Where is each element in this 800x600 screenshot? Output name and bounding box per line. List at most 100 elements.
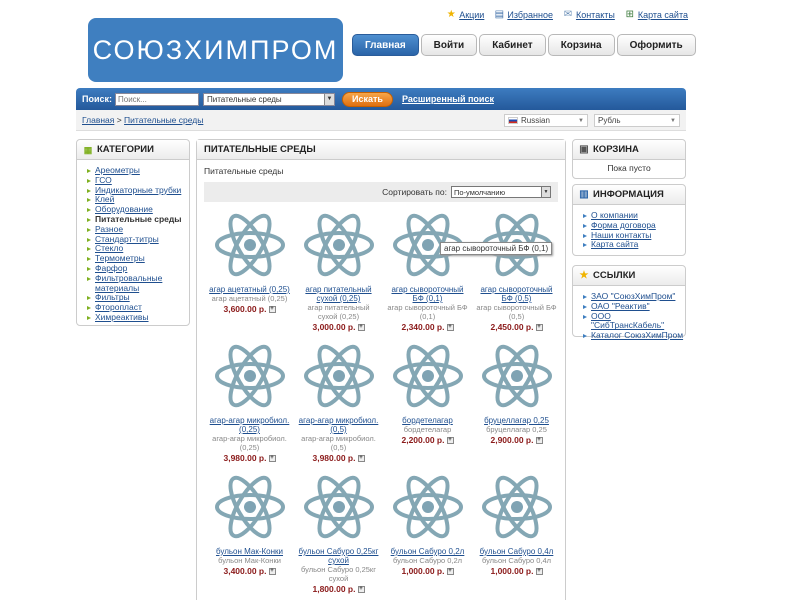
product-price: 1,800.00 р. + xyxy=(294,584,383,594)
product-name-link[interactable]: агар сывороточный БФ (0,5) xyxy=(472,285,561,303)
add-to-cart-icon[interactable]: + xyxy=(446,324,454,332)
product-name-link[interactable]: агар-агар микробиол. (0,5) xyxy=(294,416,383,434)
external-link[interactable]: ЗАО "СоюзХимПром" xyxy=(591,291,675,301)
toplink-label[interactable]: Избранное xyxy=(507,10,553,20)
category-link[interactable]: Стекло xyxy=(95,243,123,253)
product-name-link[interactable]: агар сывороточный БФ (0,1) xyxy=(383,285,472,303)
nav-account[interactable]: Кабинет xyxy=(479,34,546,56)
category-link[interactable]: ГСО xyxy=(95,175,112,185)
external-link[interactable]: Каталог СоюзХимПром xyxy=(591,330,683,340)
nav-checkout[interactable]: Оформить xyxy=(616,34,696,56)
atom-icon[interactable] xyxy=(480,337,554,415)
add-to-cart-icon[interactable]: + xyxy=(357,455,365,463)
product-name-link[interactable]: бульон Сабуро 0,2л xyxy=(383,547,472,556)
breadcrumb-current[interactable]: Питательные среды xyxy=(124,115,203,125)
product-card: бордетелагар бордетелагар 2,200.00 р. + xyxy=(383,337,472,468)
category-link[interactable]: Разное xyxy=(95,224,123,234)
category-link[interactable]: Ареометры xyxy=(95,165,140,175)
add-to-cart-icon[interactable]: + xyxy=(535,568,543,576)
advanced-search-link[interactable]: Расширенный поиск xyxy=(402,94,494,104)
toplink-label[interactable]: Контакты xyxy=(576,10,615,20)
toplink-promotions[interactable]: ★ Акции xyxy=(446,10,485,21)
atom-icon[interactable] xyxy=(391,337,465,415)
product-description: агар сывороточный БФ (0,5) xyxy=(476,303,557,321)
toplink-sitemap[interactable]: ⊞ Карта сайта xyxy=(625,10,688,21)
product-name-link[interactable]: агар питательный сухой (0,25) xyxy=(294,285,383,303)
atom-icon[interactable] xyxy=(302,206,376,284)
product-price: 2,340.00 р. + xyxy=(383,322,472,332)
language-select[interactable]: Russian ▼ xyxy=(504,114,588,127)
add-to-cart-icon[interactable]: + xyxy=(535,324,543,332)
chevron-down-icon: ▼ xyxy=(578,117,584,124)
atom-icon[interactable] xyxy=(391,468,465,546)
sort-bar: Сортировать по: По-умолчанию ▼ xyxy=(204,182,558,202)
category-link[interactable]: Фторопласт xyxy=(95,302,142,312)
info-link[interactable]: О компании xyxy=(591,210,638,220)
atom-icon[interactable] xyxy=(480,468,554,546)
info-link[interactable]: Наши контакты xyxy=(591,230,651,240)
category-item: Химреактивы xyxy=(87,312,189,323)
product-name-link[interactable]: агар-агар микробиол. (0,25) xyxy=(205,416,294,434)
atom-icon[interactable] xyxy=(302,337,376,415)
external-link[interactable]: ОАО "Реактив" xyxy=(591,301,650,311)
product-name-link[interactable]: агар ацетатный (0,25) xyxy=(205,285,294,294)
toplink-label[interactable]: Акции xyxy=(459,10,484,20)
atom-icon[interactable] xyxy=(213,206,287,284)
product-name-link[interactable]: бульон Сабуро 0,25кг сухой xyxy=(294,547,383,565)
add-to-cart-icon[interactable]: + xyxy=(357,324,365,332)
add-to-cart-icon[interactable]: + xyxy=(446,568,454,576)
category-link[interactable]: Фильтры xyxy=(95,292,130,302)
info-link[interactable]: Форма договора xyxy=(591,220,656,230)
logo[interactable]: СОЮЗХИМПРОМ xyxy=(88,18,343,82)
category-link[interactable]: Оборудование xyxy=(95,204,153,214)
search-input[interactable] xyxy=(115,92,200,106)
nav-login[interactable]: Войти xyxy=(420,34,478,56)
product-card: агар сывороточный БФ (0,1) агар сывороточ… xyxy=(383,206,472,337)
add-to-cart-icon[interactable]: + xyxy=(268,568,276,576)
breadcrumb-home[interactable]: Главная xyxy=(82,115,114,125)
top-links: ★ Акции ▤ Избранное ✉ Контакты ⊞ Карта сайта xyxy=(446,10,688,21)
add-to-cart-icon[interactable]: + xyxy=(446,437,454,445)
add-to-cart-icon[interactable]: + xyxy=(357,586,365,594)
product-description: бульон Сабуро 0,4л xyxy=(481,556,552,565)
category-link[interactable]: Клей xyxy=(95,194,114,204)
info-link[interactable]: Карта сайта xyxy=(591,239,638,249)
search-button[interactable]: Искать xyxy=(342,91,393,107)
search-category-select[interactable]: Питательные среды ▼ xyxy=(203,92,336,106)
price-value: 3,000.00 р. xyxy=(312,322,356,332)
category-link[interactable]: Фарфор xyxy=(95,263,127,273)
sort-select[interactable]: По-умолчанию ▼ xyxy=(451,186,551,198)
product-card: бруцеллагар 0,25 бруцеллагар 0,25 2,900.00… xyxy=(472,337,561,468)
currency-select[interactable]: Рубль ▼ xyxy=(594,114,680,127)
category-link[interactable]: Химреактивы xyxy=(95,312,149,322)
product-price: 3,000.00 р. + xyxy=(294,322,383,332)
atom-icon[interactable] xyxy=(213,468,287,546)
atom-icon[interactable] xyxy=(302,468,376,546)
category-link[interactable]: Индикаторные трубки xyxy=(95,185,181,195)
category-link[interactable]: Фильтровальные материалы xyxy=(95,273,162,293)
nav-cart[interactable]: Корзина xyxy=(547,34,615,56)
product-price: 3,980.00 р. + xyxy=(205,453,294,463)
info-box: ▥ ИНФОРМАЦИЯ О компании Форма договора На… xyxy=(572,184,686,256)
links-title: ССЫЛКИ xyxy=(593,270,636,281)
toplink-favorites[interactable]: ▤ Избранное xyxy=(494,10,553,21)
add-to-cart-icon[interactable]: + xyxy=(535,437,543,445)
toplink-label[interactable]: Карта сайта xyxy=(638,10,688,20)
product-description: бульон Сабуро 0,2л xyxy=(392,556,463,565)
toplink-contacts[interactable]: ✉ Контакты xyxy=(563,10,615,21)
add-to-cart-icon[interactable]: + xyxy=(268,306,276,314)
category-link[interactable]: Стандарт-титры xyxy=(95,234,159,244)
product-name-link[interactable]: бульон Мак-Конки xyxy=(205,547,294,556)
product-name-link[interactable]: бруцеллагар 0,25 xyxy=(472,416,561,425)
add-to-cart-icon[interactable]: + xyxy=(268,455,276,463)
product-name-link[interactable]: бордетелагар xyxy=(383,416,472,425)
categories-title: КАТЕГОРИИ xyxy=(97,144,154,155)
product-name-link[interactable]: бульон Сабуро 0,4л xyxy=(472,547,561,556)
atom-icon[interactable] xyxy=(213,337,287,415)
breadcrumb: Главная > Питательные среды xyxy=(82,115,203,125)
nav-home[interactable]: Главная xyxy=(352,34,419,56)
external-link[interactable]: ООО "СибТрансКабель" xyxy=(591,311,664,331)
russian-flag-icon xyxy=(508,117,518,124)
category-link[interactable]: Термометры xyxy=(95,253,145,263)
category-link[interactable]: Питательные среды xyxy=(95,214,182,224)
